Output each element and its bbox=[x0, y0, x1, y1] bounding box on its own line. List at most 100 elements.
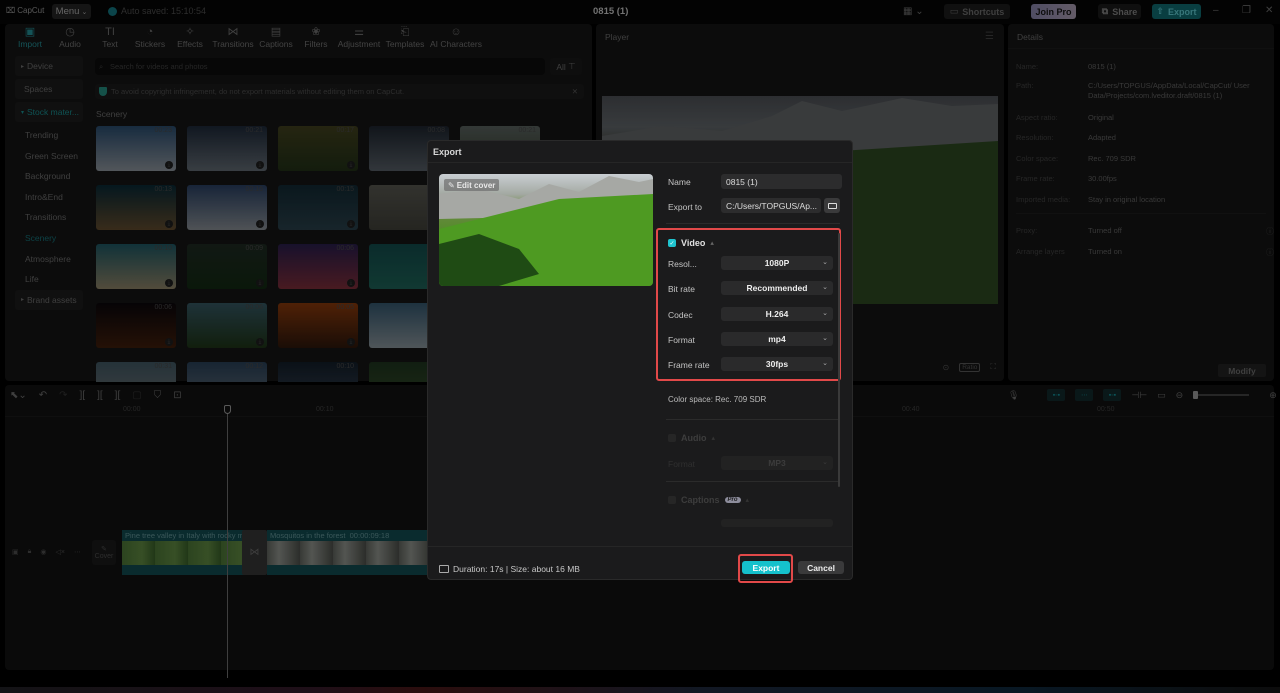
edit-cover-button[interactable]: ✎ Edit cover bbox=[444, 179, 500, 191]
select-tool-icon[interactable]: ⬉⌄ bbox=[10, 390, 27, 401]
clip-pine-tree-valley[interactable]: Pine tree valley in Italy with rocky mo bbox=[122, 530, 244, 575]
download-icon[interactable]: ⤓ bbox=[347, 220, 355, 228]
delete-icon[interactable]: ▢ bbox=[132, 390, 141, 401]
sidebar-subitem-life[interactable]: Life bbox=[10, 269, 84, 289]
marker-icon[interactable]: ⛉ bbox=[154, 390, 162, 401]
preview-axis-icon[interactable]: ▭ bbox=[1157, 390, 1166, 401]
redo-icon[interactable]: ↷ bbox=[59, 390, 67, 401]
captions-checkbox[interactable] bbox=[668, 496, 676, 504]
name-input[interactable]: 0815 (1) bbox=[721, 174, 842, 189]
search-input[interactable]: ⌕ Search for videos and photos bbox=[95, 58, 545, 75]
export-path-input[interactable]: C:/Users/TOPGUS/Ap... bbox=[721, 198, 821, 213]
collapse-icon[interactable]: ▴ bbox=[712, 434, 716, 442]
split-right-icon[interactable]: ][ bbox=[115, 390, 121, 401]
cancel-button[interactable]: Cancel bbox=[798, 561, 844, 574]
zoom-in-icon[interactable]: ⊕ bbox=[1269, 390, 1277, 401]
tab-filters[interactable]: ❀ Filters bbox=[296, 24, 336, 51]
media-thumbnail[interactable]: 00:09 ⤓ bbox=[187, 244, 267, 289]
lock-icon[interactable]: 🔒︎ bbox=[28, 548, 32, 556]
undo-icon[interactable]: ↶ bbox=[39, 390, 47, 401]
download-icon[interactable]: ⤓ bbox=[347, 161, 355, 169]
select-frame-rate[interactable]: 30fps ⌄ bbox=[721, 357, 833, 372]
crop-icon[interactable]: ⊡ bbox=[173, 390, 181, 401]
export-top-button[interactable]: ⇧ Export bbox=[1152, 4, 1201, 19]
cover-preview[interactable]: ✎ Edit cover bbox=[439, 174, 653, 286]
sidebar-subitem-transitions[interactable]: Transitions bbox=[10, 207, 84, 227]
collapse-icon[interactable]: ▴ bbox=[710, 239, 714, 247]
media-thumbnail[interactable]: 00:16 ⤓ bbox=[187, 185, 267, 230]
tab-ai-characters[interactable]: ☺ AI Characters bbox=[428, 24, 484, 51]
download-icon[interactable]: ⤓ bbox=[165, 338, 173, 346]
restore-icon[interactable]: ❐ bbox=[1242, 5, 1251, 16]
media-thumbnail[interactable]: 00:05 ⤓ bbox=[278, 303, 358, 348]
sidebar-subitem-green-screen[interactable]: Green Screen bbox=[10, 146, 84, 166]
playhead[interactable] bbox=[227, 405, 228, 678]
cover-button[interactable]: ✎ Cover bbox=[92, 540, 116, 565]
export-button[interactable]: Export bbox=[742, 561, 790, 574]
download-icon[interactable]: ⤓ bbox=[256, 161, 264, 169]
audio-format-select[interactable]: MP3 ⌄ bbox=[721, 456, 833, 470]
captions-format-select[interactable] bbox=[721, 519, 833, 527]
filter-dropdown[interactable]: All ⊤ bbox=[550, 58, 582, 75]
microphone-icon[interactable]: 🎙︎ bbox=[1008, 390, 1019, 401]
tab-stickers[interactable]: ◔ Stickers bbox=[130, 24, 170, 51]
menu-icon[interactable]: ☰ bbox=[985, 31, 994, 42]
tab-audio[interactable]: ◷ Audio bbox=[50, 24, 90, 51]
tab-import[interactable]: ▣ Import bbox=[10, 24, 50, 51]
clip-mosquitos-forest[interactable]: Mosquitos in the forest 00:00:09:18 bbox=[267, 530, 427, 575]
media-thumbnail[interactable]: 00:17 ⤓ bbox=[278, 126, 358, 171]
fit-icon[interactable]: ⊙ bbox=[943, 363, 950, 372]
help-icon[interactable]: ⓘ bbox=[1266, 247, 1274, 258]
track-thumbnail-icon[interactable]: ▣ bbox=[12, 548, 19, 556]
sidebar-subitem-trending[interactable]: Trending bbox=[10, 125, 84, 145]
sidebar-item-brand-assets[interactable]: ▸ Brand assets bbox=[15, 289, 83, 310]
zoom-slider-knob[interactable] bbox=[1193, 391, 1199, 399]
download-icon[interactable]: ⤓ bbox=[165, 279, 173, 287]
media-thumbnail[interactable]: 00:10⤓ bbox=[278, 362, 358, 382]
select-resol[interactable]: 1080P ⌄ bbox=[721, 256, 833, 270]
download-icon[interactable]: ⤓ bbox=[256, 220, 264, 228]
minimize-icon[interactable]: – bbox=[1213, 5, 1219, 16]
download-icon[interactable]: ⤓ bbox=[165, 161, 173, 169]
link-icon[interactable]: ▪◦▪ bbox=[1103, 389, 1122, 401]
collapse-icon[interactable]: ▴ bbox=[746, 496, 750, 504]
mute-icon[interactable]: ◁× bbox=[55, 548, 64, 556]
media-thumbnail[interactable]: 00:06 ⤓ bbox=[187, 303, 267, 348]
media-thumbnail[interactable]: 00:12⤓ bbox=[187, 362, 267, 382]
zoom-slider[interactable] bbox=[1193, 391, 1250, 399]
link-main-track-icon[interactable]: ▪◦▪ bbox=[1047, 389, 1066, 401]
media-thumbnail[interactable]: 00:06 ⤓ bbox=[278, 244, 358, 289]
fullscreen-icon[interactable]: ⛶ bbox=[990, 362, 996, 372]
close-icon[interactable]: ✕ bbox=[1265, 5, 1273, 16]
media-thumbnail[interactable]: 00:15 ⤓ bbox=[278, 185, 358, 230]
magnet-icon[interactable]: ⋯ bbox=[1075, 389, 1094, 401]
split-icon[interactable]: ][ bbox=[80, 390, 86, 401]
share-button[interactable]: ⧉ Share bbox=[1098, 4, 1141, 19]
folder-button[interactable] bbox=[824, 198, 840, 213]
media-thumbnail[interactable]: 00:21 ⤓ bbox=[187, 126, 267, 171]
download-icon[interactable]: ⤓ bbox=[256, 338, 264, 346]
download-icon[interactable]: ⤓ bbox=[256, 279, 264, 287]
sidebar-subitem-intro-end[interactable]: Intro&End bbox=[10, 187, 84, 207]
media-thumbnail[interactable]: 00:23 ⤓ bbox=[96, 126, 176, 171]
close-notice-icon[interactable]: ✕ bbox=[572, 87, 578, 96]
media-thumbnail[interactable]: 00:31⤓ bbox=[96, 362, 176, 382]
audio-section-header[interactable]: Audio ▴ bbox=[668, 433, 715, 443]
help-icon[interactable]: ⓘ bbox=[1266, 226, 1274, 237]
split-left-icon[interactable]: ][ bbox=[97, 390, 103, 401]
menu-button[interactable]: Menu ⌄ bbox=[52, 4, 91, 19]
select-format[interactable]: mp4 ⌄ bbox=[721, 331, 833, 346]
tab-adjustment[interactable]: ⚌ Adjustment bbox=[336, 24, 382, 51]
select-codec[interactable]: H.264 ⌄ bbox=[721, 306, 833, 321]
tab-captions[interactable]: ▤ Captions bbox=[256, 24, 296, 51]
join-pro-button[interactable]: Join Pro bbox=[1031, 4, 1076, 19]
media-thumbnail[interactable]: 00:06 ⤓ bbox=[96, 303, 176, 348]
dialog-scrollbar[interactable] bbox=[838, 233, 840, 487]
sidebar-subitem-scenery[interactable]: Scenery bbox=[10, 228, 84, 248]
download-icon[interactable]: ⤓ bbox=[165, 220, 173, 228]
modify-button[interactable]: Modify bbox=[1218, 364, 1266, 377]
sidebar-item-device[interactable]: ▸ Device bbox=[15, 56, 83, 76]
captions-section-header[interactable]: Captions Pro ▴ bbox=[668, 495, 749, 505]
media-thumbnail[interactable]: 00:10⤓ bbox=[96, 244, 176, 289]
sidebar-item-spaces[interactable]: Spaces bbox=[15, 79, 83, 99]
